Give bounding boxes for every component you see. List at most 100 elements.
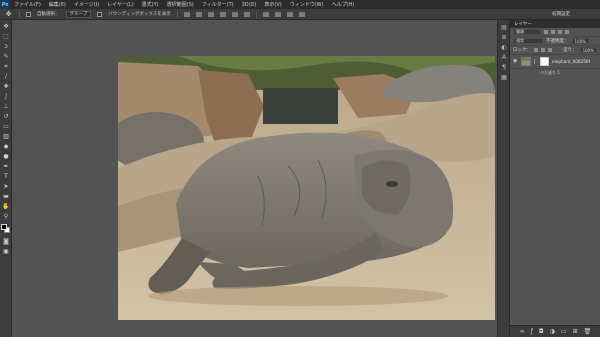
- layer-filter-row: 種類: [510, 28, 600, 37]
- foreground-color-swatch[interactable]: [1, 224, 7, 230]
- swatches-panel-icon[interactable]: ▦: [500, 74, 508, 82]
- clone-stamp-tool-icon[interactable]: ⊥: [2, 103, 10, 111]
- blend-opacity-row: 通常 不透明度： 100%: [510, 37, 600, 46]
- fill-input[interactable]: 100%: [579, 47, 597, 53]
- layer-effect-row[interactable]: べた塗り 1: [510, 69, 600, 76]
- history-brush-tool-icon[interactable]: ↺: [2, 113, 10, 121]
- trash-icon[interactable]: 🗑: [584, 328, 592, 335]
- menu-image[interactable]: イメージ(I): [70, 1, 103, 8]
- panel-dock-strip: ▤ ≣ ◐ A ¶ ▦: [497, 20, 509, 337]
- new-group-icon[interactable]: ▭: [561, 328, 567, 335]
- layer-effect-label: べた塗り 1: [540, 69, 560, 75]
- align-right-icon[interactable]: [243, 11, 250, 17]
- paragraph-panel-icon[interactable]: ¶: [500, 64, 508, 72]
- shape-tool-icon[interactable]: ▬: [2, 193, 10, 201]
- healing-tool-icon[interactable]: ✚: [2, 83, 10, 91]
- new-adjustment-icon[interactable]: ◑: [550, 328, 555, 335]
- brush-tool-icon[interactable]: ∫: [2, 93, 10, 101]
- opacity-input[interactable]: 100%: [571, 38, 589, 44]
- align-left-icon[interactable]: [219, 11, 226, 17]
- layer-mask-thumbnail[interactable]: [540, 57, 549, 66]
- properties-panel-icon[interactable]: ≣: [500, 34, 508, 42]
- align-middle-icon[interactable]: [195, 11, 202, 17]
- link-layers-icon[interactable]: ∞: [520, 328, 525, 335]
- menu-view[interactable]: 表示(V): [260, 1, 285, 8]
- menu-edit[interactable]: 編集(E): [45, 1, 70, 8]
- options-divider: [19, 10, 20, 18]
- auto-select-target-dropdown[interactable]: グループ: [65, 10, 92, 18]
- auto-select-checkbox[interactable]: [26, 11, 31, 17]
- dodge-tool-icon[interactable]: ●: [2, 153, 10, 161]
- auto-select-label: 自動選択：: [37, 12, 60, 17]
- blur-tool-icon[interactable]: ◆: [2, 143, 10, 151]
- layers-panel-tab[interactable]: レイヤー: [510, 20, 600, 28]
- type-filter-icon[interactable]: [558, 30, 562, 34]
- menu-bar: Ps ファイル(F) 編集(E) イメージ(I) レイヤー(L) 書式(Y) 選…: [0, 0, 600, 9]
- screen-mode-icon[interactable]: ▣: [2, 248, 10, 256]
- fill-label: 塗り：: [563, 48, 577, 53]
- add-mask-icon[interactable]: ◘: [539, 328, 544, 335]
- lock-pixels-icon[interactable]: [534, 48, 538, 52]
- layer-kind-filter-dropdown[interactable]: 種類: [513, 29, 541, 35]
- align-center-icon[interactable]: [231, 11, 238, 17]
- layer-name[interactable]: elephant_00025664.jpg: [552, 59, 590, 64]
- canvas-area[interactable]: [12, 20, 509, 337]
- menu-filter[interactable]: フィルター(T): [198, 1, 238, 8]
- menu-file[interactable]: ファイル(F): [10, 1, 45, 8]
- lasso-tool-icon[interactable]: ↄ: [2, 43, 10, 51]
- new-layer-icon[interactable]: ⊞: [573, 328, 578, 335]
- character-panel-icon[interactable]: A: [500, 54, 508, 62]
- mask-link-icon[interactable]: [534, 59, 537, 64]
- lock-position-icon[interactable]: [541, 48, 545, 52]
- align-top-icon[interactable]: [183, 11, 190, 17]
- menu-help[interactable]: ヘルプ(H): [328, 1, 359, 8]
- 3d-mode-icon[interactable]: [298, 11, 305, 17]
- type-tool-icon[interactable]: T: [2, 173, 10, 181]
- adjustment-filter-icon[interactable]: [551, 30, 555, 34]
- lock-all-icon[interactable]: [548, 48, 552, 52]
- layer-thumbnail: [521, 57, 531, 66]
- hand-tool-icon[interactable]: ✋: [2, 203, 10, 211]
- photoshop-logo: Ps: [0, 0, 10, 9]
- move-tool-icon[interactable]: ✥: [4, 10, 13, 18]
- distribute-icon[interactable]: [286, 11, 293, 17]
- blend-mode-dropdown[interactable]: 通常: [513, 38, 543, 44]
- elephant-photo: [118, 56, 495, 320]
- marquee-tool-icon[interactable]: ⬚: [2, 33, 10, 41]
- lock-fill-row: ロック： 塗り： 100%: [510, 46, 600, 55]
- move-tool-icon[interactable]: ✥: [2, 23, 10, 31]
- quick-mask-icon[interactable]: ◙: [2, 238, 10, 246]
- shape-filter-icon[interactable]: [565, 30, 569, 34]
- eyedropper-tool-icon[interactable]: ∕: [2, 73, 10, 81]
- eraser-tool-icon[interactable]: ▭: [2, 123, 10, 131]
- layers-panel: レイヤー 種類 通常 不透明度： 100% ロック： 塗り： 100% ◉ el…: [509, 20, 600, 337]
- layer-row[interactable]: ◉ elephant_00025664.jpg: [510, 55, 600, 69]
- crop-tool-icon[interactable]: ⌗: [2, 63, 10, 71]
- workspace-switcher[interactable]: 初期設定: [552, 11, 570, 17]
- pixel-filter-icon[interactable]: [544, 30, 548, 34]
- visibility-eye-icon[interactable]: ◉: [513, 59, 518, 64]
- options-divider: [176, 10, 178, 18]
- pen-tool-icon[interactable]: ✒: [2, 163, 10, 171]
- options-bar: ✥ 自動選択： グループ バウンディングボックスを表示: [0, 9, 600, 20]
- options-divider: [255, 10, 257, 18]
- menu-select[interactable]: 選択範囲(S): [163, 1, 198, 8]
- transform-controls-label: バウンディングボックスを表示: [108, 12, 171, 17]
- history-panel-icon[interactable]: ▤: [500, 24, 508, 32]
- quick-select-tool-icon[interactable]: ✎: [2, 53, 10, 61]
- menu-window[interactable]: ウィンドウ(W): [286, 1, 328, 8]
- menu-layer[interactable]: レイヤー(L): [103, 1, 138, 8]
- adjustments-panel-icon[interactable]: ◐: [500, 44, 508, 52]
- menu-3d[interactable]: 3D(D): [238, 2, 261, 8]
- menu-type[interactable]: 書式(Y): [138, 1, 163, 8]
- path-select-tool-icon[interactable]: ➤: [2, 183, 10, 191]
- add-style-icon[interactable]: ƒ: [531, 328, 533, 335]
- distribute-icon[interactable]: [274, 11, 281, 17]
- document-image[interactable]: [118, 56, 495, 320]
- tools-panel: ✥ ⬚ ↄ ✎ ⌗ ∕ ✚ ∫ ⊥ ↺ ▭ ▥ ◆ ● ✒ T ➤ ▬ ✋ ⚲ …: [0, 20, 12, 337]
- distribute-icon[interactable]: [262, 11, 269, 17]
- gradient-tool-icon[interactable]: ▥: [2, 133, 10, 141]
- transform-controls-checkbox[interactable]: [97, 11, 103, 17]
- zoom-tool-icon[interactable]: ⚲: [2, 213, 10, 221]
- align-bottom-icon[interactable]: [207, 11, 214, 17]
